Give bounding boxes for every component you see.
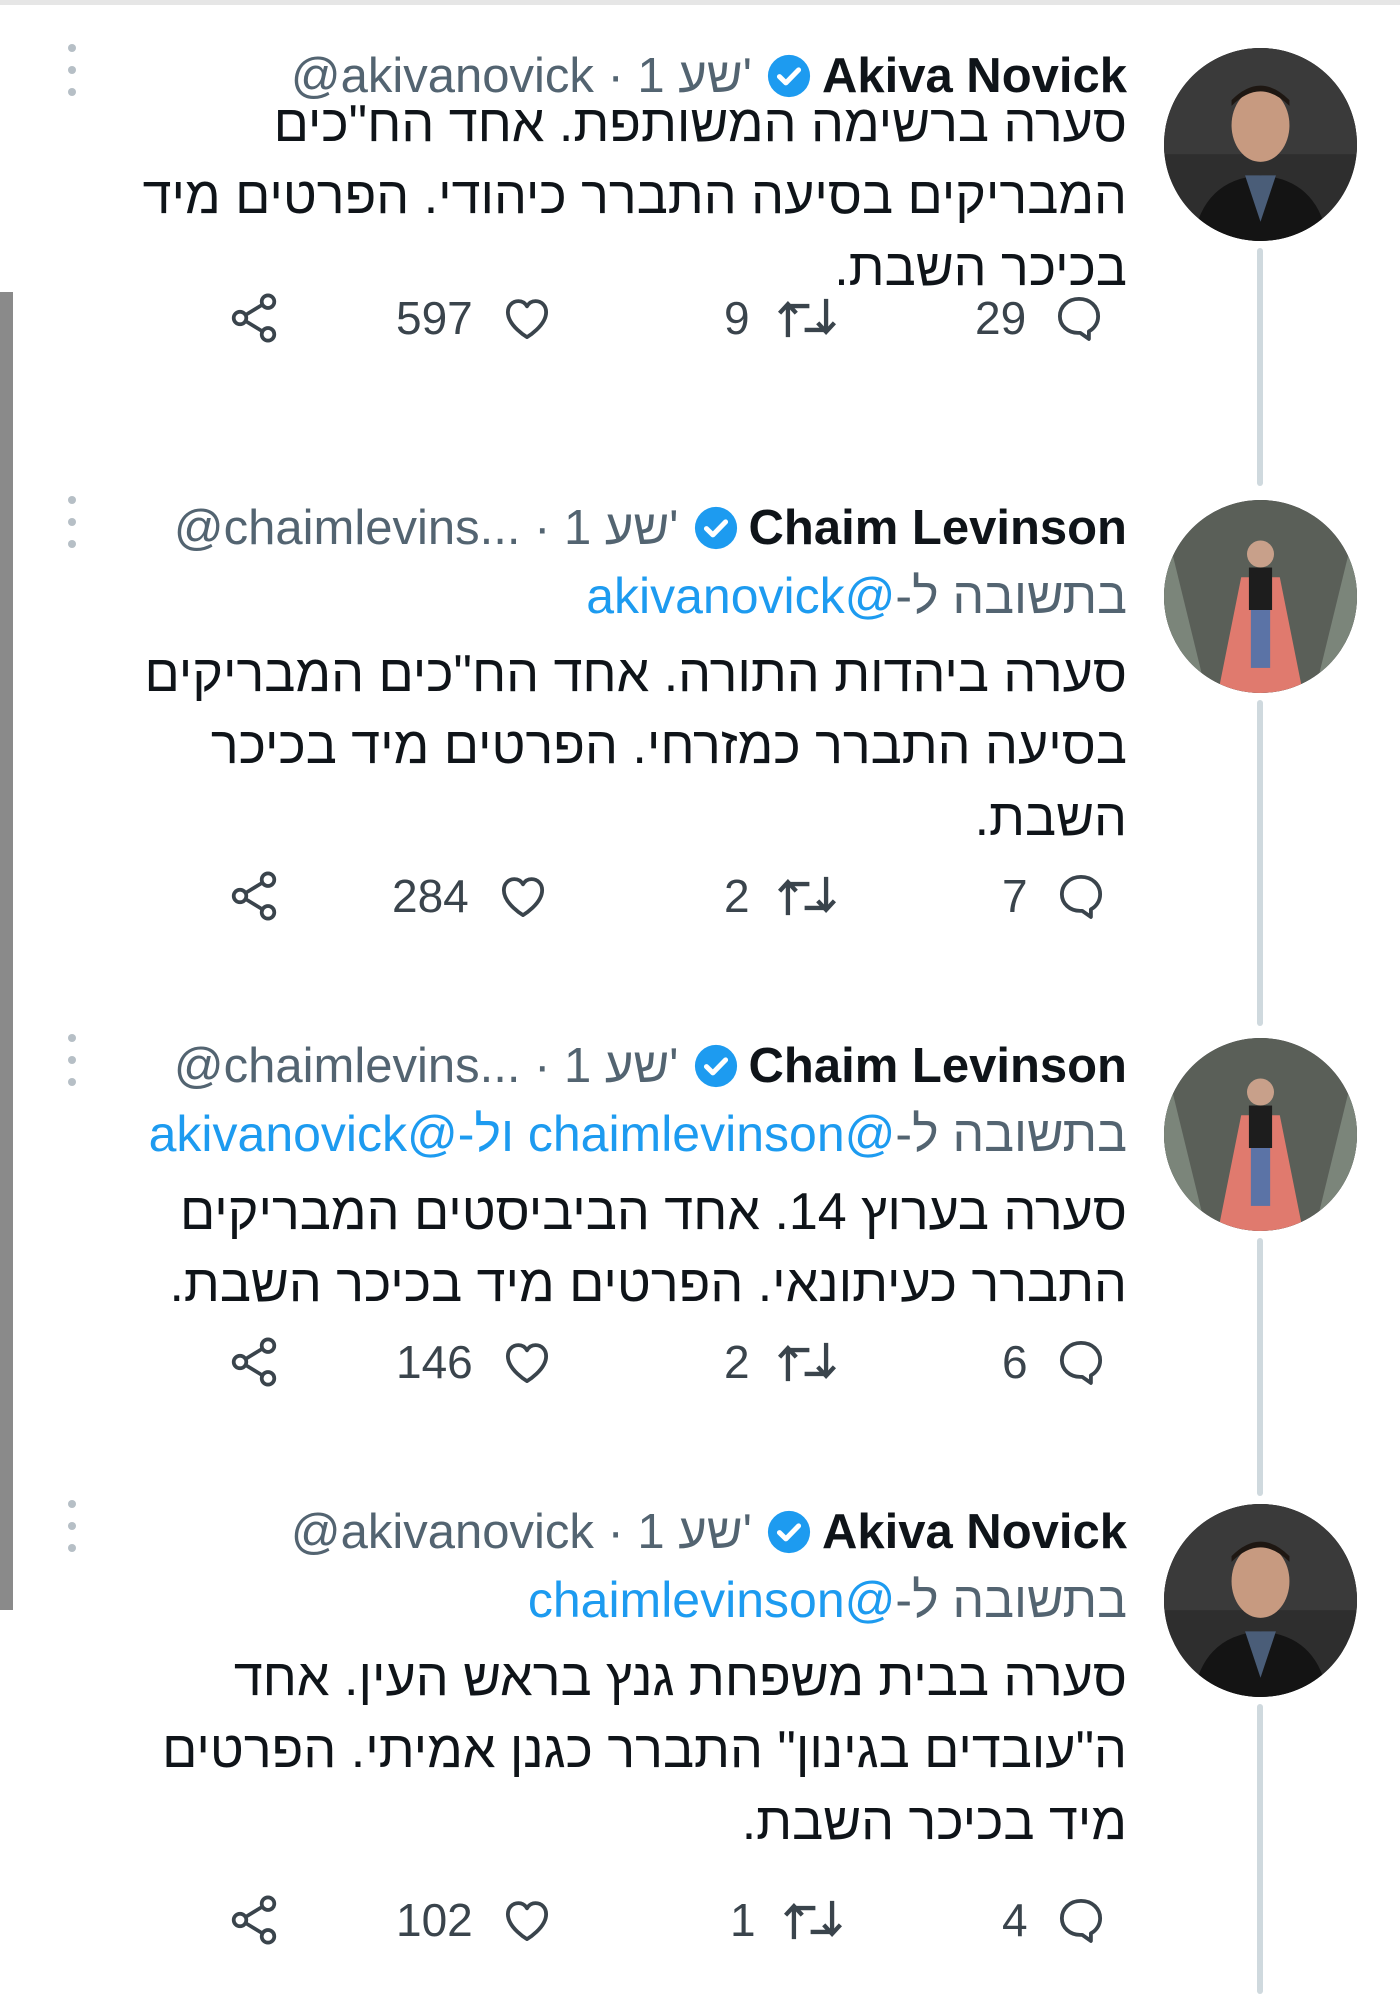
avatar-photo bbox=[1164, 500, 1357, 693]
share-icon bbox=[231, 1337, 277, 1387]
tweet-1[interactable]: Akiva Novick @akivanovick · 1 שע' סערה ב… bbox=[0, 40, 1400, 486]
like-action[interactable]: 102 bbox=[396, 1888, 555, 1952]
share-icon bbox=[231, 1895, 277, 1945]
reply-action[interactable]: 7 bbox=[1002, 864, 1108, 928]
retweet-icon bbox=[777, 298, 836, 338]
reply-prefix: בתשובה ל- bbox=[895, 1106, 1127, 1162]
reply-context: בתשובה ל-@chaimlevinson ול-@akivanovick bbox=[149, 1104, 1127, 1164]
reply-action[interactable]: 29 bbox=[975, 286, 1106, 350]
retweet-icon bbox=[777, 876, 836, 916]
tweet-actions: 7 2 284 bbox=[0, 864, 1400, 928]
thread-line bbox=[1257, 248, 1263, 486]
like-count: 597 bbox=[396, 292, 473, 344]
tweet-header: Chaim Levinson @chaimlevins... · 1 שע' bbox=[174, 1036, 1127, 1096]
tweet-4[interactable]: Akiva Novick @akivanovick · 1 שע' בתשובה… bbox=[0, 1496, 1400, 1994]
like-count: 146 bbox=[396, 1336, 473, 1388]
share-icon bbox=[231, 293, 277, 343]
reply-bubble-icon bbox=[1059, 1340, 1102, 1385]
author-name[interactable]: Chaim Levinson bbox=[749, 498, 1127, 558]
reply-mentions[interactable]: @chaimlevinson ול-@akivanovick bbox=[149, 1106, 896, 1162]
reply-mentions[interactable]: @akivanovick bbox=[586, 568, 895, 624]
handle-and-time[interactable]: @chaimlevins... · 1 שע' bbox=[174, 498, 679, 558]
avatar-chaim-levinson[interactable] bbox=[1164, 1038, 1357, 1231]
retweet-count: 2 bbox=[724, 870, 750, 922]
reply-prefix: בתשובה ל- bbox=[895, 568, 1127, 624]
share-icon bbox=[231, 871, 277, 921]
like-action[interactable]: 284 bbox=[392, 864, 551, 928]
share-action[interactable] bbox=[226, 1330, 282, 1394]
like-action[interactable]: 146 bbox=[396, 1330, 555, 1394]
avatar-akiva-novick[interactable] bbox=[1164, 48, 1357, 241]
reply-mentions[interactable]: @chaimlevinson bbox=[528, 1572, 896, 1628]
handle-and-time[interactable]: @chaimlevins... · 1 שע' bbox=[174, 1036, 679, 1096]
retweet-action[interactable]: 2 bbox=[724, 1330, 838, 1394]
reply-bubble-icon bbox=[1058, 296, 1101, 341]
reply-action[interactable]: 6 bbox=[1002, 1330, 1108, 1394]
share-action[interactable] bbox=[226, 1888, 282, 1952]
retweet-action[interactable]: 9 bbox=[724, 286, 838, 350]
heart-icon bbox=[505, 299, 548, 340]
tweet-2[interactable]: Chaim Levinson @chaimlevins... · 1 שע' ב… bbox=[0, 492, 1400, 1026]
tweet-header: Akiva Novick @akivanovick · 1 שע' bbox=[291, 1502, 1127, 1562]
verified-badge-icon bbox=[693, 1043, 739, 1089]
reply-count: 29 bbox=[975, 292, 1027, 344]
avatar-akiva-novick[interactable] bbox=[1164, 1504, 1357, 1697]
verified-badge-icon bbox=[766, 1509, 812, 1555]
tweet-text: סערה ברשימה המשותפת. אחד הח"כים המבריקים… bbox=[142, 95, 1127, 297]
retweet-icon bbox=[777, 1342, 836, 1382]
more-vertical-icon[interactable] bbox=[64, 496, 80, 548]
reply-context: בתשובה ל-@chaimlevinson bbox=[528, 1570, 1127, 1630]
reply-context: בתשובה ל-@akivanovick bbox=[586, 566, 1127, 626]
verified-badge-icon bbox=[693, 505, 739, 551]
more-vertical-icon[interactable] bbox=[64, 1500, 80, 1552]
avatar-photo bbox=[1164, 48, 1357, 241]
share-action[interactable] bbox=[226, 864, 282, 928]
reply-action[interactable]: 4 bbox=[1002, 1888, 1108, 1952]
reply-count: 4 bbox=[1002, 1894, 1028, 1946]
retweet-count: 9 bbox=[724, 292, 750, 344]
thread-line bbox=[1257, 700, 1263, 1026]
retweet-count: 1 bbox=[730, 1894, 756, 1946]
heart-icon bbox=[505, 1343, 548, 1384]
tweet-actions: 29 9 597 bbox=[0, 286, 1400, 350]
reply-count: 7 bbox=[1002, 870, 1028, 922]
retweet-action[interactable]: 1 bbox=[730, 1888, 844, 1952]
tweet-actions: 4 1 102 bbox=[0, 1888, 1400, 1952]
avatar-photo bbox=[1164, 1038, 1357, 1231]
reply-prefix: בתשובה ל- bbox=[895, 1572, 1127, 1628]
reply-count: 6 bbox=[1002, 1336, 1028, 1388]
reply-bubble-icon bbox=[1059, 1898, 1102, 1943]
tweet-text: סערה בבית משפחת גנץ בראש העין. אחד ה"עוב… bbox=[162, 1649, 1127, 1851]
more-vertical-icon[interactable] bbox=[64, 1034, 80, 1086]
top-divider bbox=[0, 0, 1400, 5]
reply-bubble-icon bbox=[1059, 874, 1102, 919]
heart-icon bbox=[501, 877, 544, 918]
tweet-text: סערה ביהדות התורה. אחד הח"כים המבריקים ב… bbox=[144, 645, 1127, 847]
avatar-photo bbox=[1164, 1504, 1357, 1697]
like-count: 284 bbox=[392, 870, 469, 922]
handle-and-time[interactable]: @akivanovick · 1 שע' bbox=[291, 1502, 752, 1562]
avatar-chaim-levinson[interactable] bbox=[1164, 500, 1357, 693]
tweet-header: Chaim Levinson @chaimlevins... · 1 שע' bbox=[174, 498, 1127, 558]
tweet-text: סערה בערוץ 14. אחד הביביסטים המבריקים הת… bbox=[169, 1183, 1127, 1313]
tweet-3[interactable]: Chaim Levinson @chaimlevins... · 1 שע' ב… bbox=[0, 1030, 1400, 1496]
author-name[interactable]: Akiva Novick bbox=[822, 1502, 1127, 1562]
share-action[interactable] bbox=[226, 286, 282, 350]
retweet-count: 2 bbox=[724, 1336, 750, 1388]
retweet-action[interactable]: 2 bbox=[724, 864, 838, 928]
author-name[interactable]: Chaim Levinson bbox=[749, 1036, 1127, 1096]
tweet-actions: 6 2 146 bbox=[0, 1330, 1400, 1394]
retweet-icon bbox=[783, 1900, 842, 1940]
like-action[interactable]: 597 bbox=[396, 286, 555, 350]
like-count: 102 bbox=[396, 1894, 473, 1946]
heart-icon bbox=[505, 1901, 548, 1942]
